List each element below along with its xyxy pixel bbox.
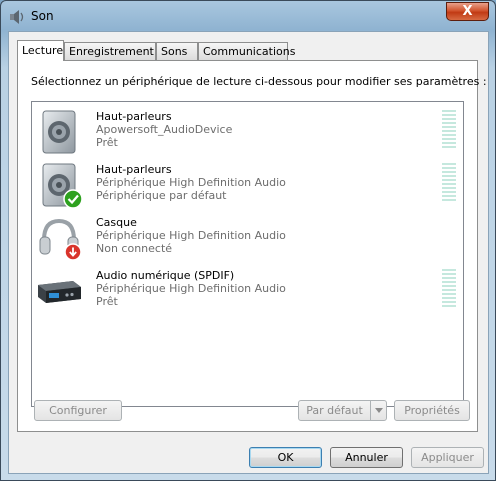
tab-enregistrement[interactable]: Enregistrement: [64, 42, 156, 60]
volume-meter: [442, 163, 456, 203]
device-status: Prêt: [96, 295, 118, 308]
volume-meter: [442, 269, 456, 309]
apply-button[interactable]: Appliquer: [411, 447, 484, 468]
device-description: Périphérique High Definition Audio: [96, 282, 286, 295]
speaker-icon: [42, 110, 76, 154]
device-name: Audio numérique (SPDIF): [96, 269, 235, 282]
device-name: Casque: [96, 216, 137, 229]
playback-tab-panel: Sélectionnez un périphérique de lecture …: [17, 60, 487, 432]
dialog-client-area: Lecture Enregistrement Sons Communicatio…: [8, 31, 489, 474]
window-title: Son: [31, 9, 54, 23]
device-description: Apowersoft_AudioDevice: [96, 123, 233, 136]
device-name: Haut-parleurs: [96, 163, 172, 176]
device-item-speakers-apowersoft[interactable]: Haut-parleurs Apowersoft_AudioDevice Prê…: [32, 106, 463, 158]
device-description: Périphérique High Definition Audio: [96, 176, 286, 189]
cancel-button[interactable]: Annuler: [330, 447, 403, 468]
sound-dialog-window: Son X Lecture Enregistrement Sons Commun…: [0, 0, 496, 481]
volume-meter: [442, 110, 456, 150]
tab-communications[interactable]: Communications: [198, 42, 295, 60]
spdif-device-icon: [38, 281, 81, 303]
speaker-app-icon: [10, 10, 24, 24]
device-item-headphones[interactable]: Casque Périphérique High Definition Audi…: [32, 212, 463, 264]
device-status: Non connecté: [96, 242, 173, 255]
ok-button[interactable]: OK: [249, 447, 322, 468]
tab-sons[interactable]: Sons: [156, 42, 198, 60]
instructions-text: Sélectionnez un périphérique de lecture …: [31, 75, 487, 88]
title-bar[interactable]: Son X: [1, 1, 495, 31]
configure-button[interactable]: Configurer: [34, 400, 122, 421]
set-default-split-button[interactable]: Par défaut: [298, 400, 387, 421]
properties-button[interactable]: Propriétés: [394, 400, 470, 421]
device-item-spdif[interactable]: Audio numérique (SPDIF) Périphérique Hig…: [32, 265, 463, 317]
device-item-speakers-hd-audio[interactable]: Haut-parleurs Périphérique High Definiti…: [32, 159, 463, 211]
headphones-icon: [39, 218, 82, 261]
device-name: Haut-parleurs: [96, 110, 172, 123]
speaker-default-icon: [42, 163, 83, 209]
device-status: Prêt: [96, 136, 118, 149]
device-status: Périphérique par défaut: [96, 189, 227, 202]
tab-lecture[interactable]: Lecture: [17, 40, 64, 61]
playback-device-list[interactable]: Haut-parleurs Apowersoft_AudioDevice Prê…: [31, 101, 464, 407]
dropdown-arrow-icon[interactable]: [370, 401, 386, 420]
close-button[interactable]: X: [446, 2, 489, 21]
set-default-label: Par défaut: [306, 404, 363, 417]
default-check-icon: [63, 189, 83, 209]
device-description: Périphérique High Definition Audio: [96, 229, 286, 242]
